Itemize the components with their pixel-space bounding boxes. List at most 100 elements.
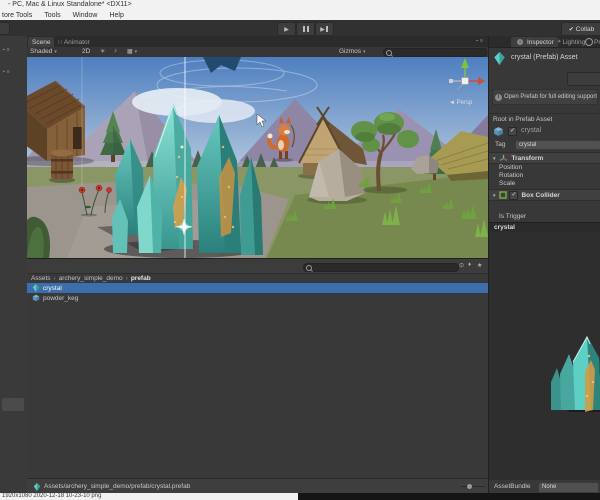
tab-inspector[interactable]: i Inspector (511, 37, 558, 47)
box-collider-title: Box Collider (521, 191, 560, 199)
play-button[interactable]: ▶ (277, 22, 296, 36)
is-trigger-label[interactable]: Is Trigger (499, 213, 526, 220)
chevron-down-icon: ▾ (363, 48, 366, 55)
shading-mode-dropdown[interactable]: Shaded ▾ (30, 48, 57, 55)
transform-row-scale[interactable]: Scale (499, 180, 515, 187)
transform-tool-button-partial[interactable] (0, 22, 10, 35)
scene-orientation-gizmo[interactable]: ◄ Persp (445, 57, 486, 107)
tag-dropdown[interactable]: crystal (515, 140, 600, 150)
panel-lock-menu-icons-2[interactable]: ▪≡ (3, 60, 12, 78)
favorites-icon[interactable]: ★ (477, 262, 482, 269)
list-item-crystal[interactable]: crystal (27, 283, 488, 293)
sun-icon: ☀ (557, 39, 562, 45)
menu-help[interactable]: Help (103, 12, 129, 19)
breadcrumb-separator: › (125, 274, 128, 282)
tab-scene-label: Scene (32, 38, 51, 46)
breadcrumb-prefab[interactable]: prefab (131, 275, 151, 282)
gizmo-x-axis[interactable] (478, 77, 485, 85)
shading-mode-label: Shaded (30, 48, 53, 55)
play-icon: ▶ (284, 26, 289, 33)
tab-project-label: Projec (594, 38, 600, 46)
open-prefab-button[interactable]: Open Prefab (567, 72, 600, 86)
thumbnail-size-slider[interactable] (461, 486, 485, 487)
help-text: Open Prefab for full editing support. (504, 94, 598, 100)
transform-row-position[interactable]: Position (499, 164, 522, 171)
powder-keg-barrel[interactable] (49, 149, 75, 184)
active-checkbox[interactable]: ✓ (508, 127, 517, 136)
breadcrumb-folder[interactable]: archery_simple_demo (59, 275, 123, 282)
menu-store-tools[interactable]: tore Tools (0, 12, 38, 19)
assetbundle-dropdown[interactable]: None (538, 482, 599, 493)
asset-title: crystal (Prefab) Asset (511, 54, 578, 61)
chevron-down-icon: ▾ (134, 48, 138, 55)
filter-by-label-icon[interactable]: ♦ (468, 262, 471, 268)
chevron-down-icon: ▾ (54, 48, 57, 55)
tag-label: Tag (495, 141, 506, 148)
root-section-label: Root in Prefab Asset (493, 116, 553, 123)
panel-menu-icon: ≡ (6, 69, 12, 75)
scene-panel: Scene ∷ Animator ▪≡ Shaded ▾ 2D ☀ ♪ ▦ ▾ (27, 36, 488, 258)
pause-button[interactable] (296, 22, 315, 36)
box-collider-header[interactable]: ▼ ✓ Box Collider (489, 189, 600, 201)
effects-icon: ▦ (127, 49, 133, 55)
box-collider-icon (499, 191, 508, 199)
tag-row: Tag crystal (489, 140, 600, 150)
menu-tools[interactable]: Tools (38, 12, 66, 19)
gear-icon (585, 38, 593, 46)
step-button[interactable]: ▶ (315, 22, 334, 36)
scene-lighting-toggle-icon[interactable]: ☀ (100, 48, 105, 55)
tab-animator[interactable]: ∷ Animator (54, 37, 94, 47)
inspector-tab-icon: i (517, 39, 523, 45)
foldout-icon: ▼ (492, 192, 497, 198)
gizmo-center-cube[interactable] (461, 77, 469, 85)
gizmo-y-axis[interactable] (461, 58, 469, 68)
assetbundle-label: AssetBundle (494, 483, 531, 490)
screenshot-filename-caption: 1920x1080 2020-12-18 10-23-10 png (2, 493, 102, 499)
gizmo-render: ◄ Persp (449, 58, 485, 106)
root-section-header: Root in Prefab Asset (489, 113, 600, 124)
scene-audio-toggle-icon[interactable]: ♪ (114, 48, 117, 54)
background-dark-strip (298, 493, 600, 500)
filter-by-type-icon[interactable]: ⊙ (459, 262, 464, 269)
scene-effects-dropdown[interactable]: ▦ ▾ (127, 48, 138, 56)
gizmos-dropdown[interactable]: Gizmos ▾ (339, 48, 366, 55)
inspector-tab-bar: i Inspector ☀ Lighting Projec (489, 36, 600, 48)
collab-check-icon: ✔ (568, 26, 574, 33)
scene-search-input[interactable] (383, 48, 487, 57)
panel-menu-icon: ≡ (6, 47, 12, 53)
breadcrumb-assets[interactable]: Assets (31, 275, 51, 282)
collab-button[interactable]: ✔ Collab (561, 22, 600, 36)
scene-panel-lock-menu-icons[interactable]: ▪≡ (476, 38, 485, 44)
list-item-powder-keg[interactable]: powder_keg (27, 293, 488, 303)
search-icon (386, 49, 392, 56)
tab-animator-label: Animator (63, 38, 90, 46)
tab-lighting-label: Lighting (562, 38, 586, 46)
info-icon: i (495, 93, 502, 101)
transform-header[interactable]: ▼ Transform (489, 152, 600, 164)
preview-title: crystal (494, 224, 515, 231)
tab-project-settings[interactable]: Projec (583, 37, 600, 47)
step-icon: ▶ (320, 26, 325, 33)
persp-label[interactable]: ◄ Persp (449, 100, 473, 106)
asset-preview-area[interactable] (489, 232, 600, 479)
tab-scene[interactable]: Scene (28, 37, 55, 47)
project-search-input[interactable] (303, 263, 459, 272)
menu-window[interactable]: Window (67, 12, 104, 19)
2d-toggle[interactable]: 2D (82, 48, 90, 55)
selected-asset-path-bar: Assets/archery_simple_demo/prefab/crysta… (27, 478, 488, 493)
foldout-icon: ▼ (492, 155, 497, 161)
animator-icon: ∷ (58, 39, 62, 46)
scrollbar-thumb[interactable] (2, 398, 24, 411)
scene-viewport[interactable]: ◄ Persp (27, 57, 488, 258)
slider-knob[interactable] (467, 484, 472, 489)
inspector-header: crystal (Prefab) Asset (489, 48, 600, 70)
list-item-label: powder_keg (43, 294, 79, 302)
transform-icon (500, 154, 508, 161)
panel-lock-menu-icons[interactable]: ▪≡ (3, 38, 12, 56)
component-enabled-checkbox[interactable]: ✓ (509, 190, 519, 200)
app-toolbar: ▶ ▶ ✔ Collab (0, 20, 600, 37)
gameobject-name[interactable]: crystal (521, 127, 541, 134)
prefab-cube-icon (32, 294, 40, 302)
2d-toggle-label: 2D (82, 48, 91, 55)
transform-row-rotation[interactable]: Rotation (499, 172, 523, 179)
